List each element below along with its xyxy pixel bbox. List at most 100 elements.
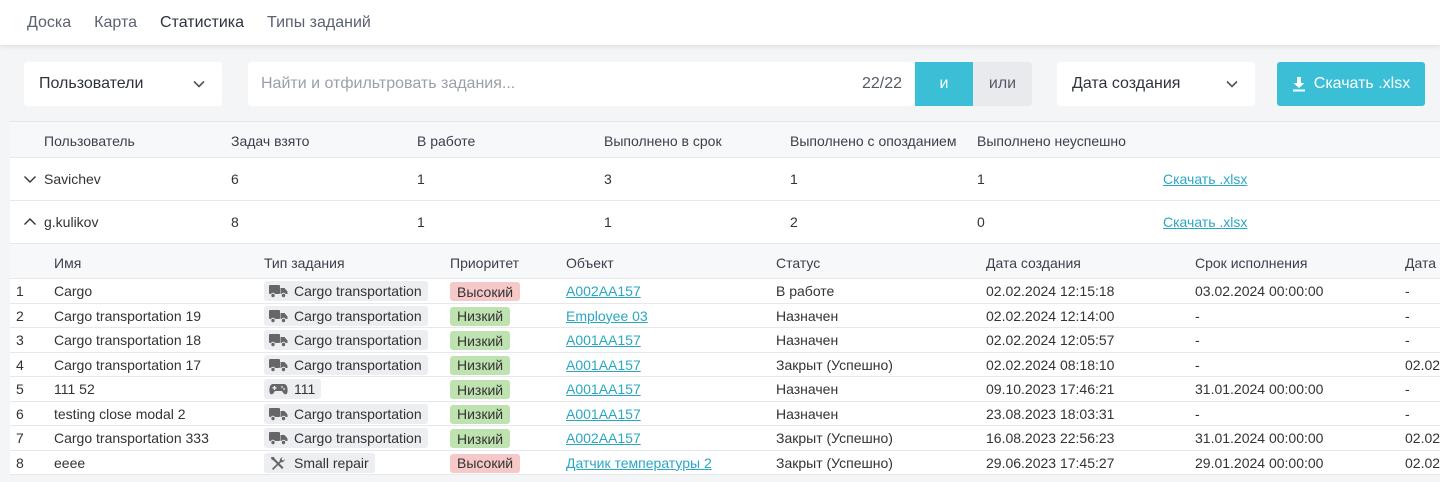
- truck-icon: [269, 284, 294, 298]
- task-type-tag: Cargo transportation: [264, 403, 428, 424]
- task-deadline: -: [1195, 332, 1200, 348]
- task-rows: 1 Cargo Cargo transportation Высокий A002AA1…: [10, 279, 1440, 475]
- truck-icon: [269, 407, 294, 421]
- task-created-date: 02.02.2024 08:18:10: [986, 356, 1115, 373]
- task-number: 4: [16, 356, 24, 373]
- nav-item-board[interactable]: Доска: [27, 14, 71, 32]
- nav-item-task-types[interactable]: Типы заданий: [267, 14, 371, 32]
- chevron-up-icon[interactable]: [23, 215, 37, 229]
- user-download-link[interactable]: Скачать .xlsx: [1163, 171, 1247, 187]
- nav-item-statistics[interactable]: Статистика: [160, 14, 244, 32]
- task-name: eeee: [54, 454, 86, 471]
- task-row[interactable]: 4 Cargo transportation 17 Cargo transporta…: [10, 353, 1440, 377]
- task-type-tag: Cargo transportation: [264, 281, 428, 301]
- task-status: Закрыт (Успешно): [776, 356, 893, 373]
- col-on-time: Выполнено в срок: [604, 133, 722, 149]
- filter-or-toggle[interactable]: или: [973, 62, 1032, 106]
- col-failed: Выполнено неуспешно: [977, 133, 1126, 149]
- task-object-link[interactable]: A001AA157: [566, 332, 641, 348]
- task-type-tag: Cargo transportation: [264, 354, 428, 375]
- task-object-link[interactable]: A001AA157: [566, 381, 641, 397]
- task-created-date: 16.08.2023 22:56:23: [986, 430, 1115, 446]
- task-number: 7: [16, 430, 24, 446]
- user-row[interactable]: Savichev 6 1 3 1 1 Скачать .xlsx: [10, 158, 1440, 201]
- user-in-work: 1: [417, 171, 425, 187]
- priority-badge: Низкий: [450, 306, 511, 326]
- user-taken: 8: [231, 214, 239, 230]
- user-stats-table: Пользователь Задач взято В работе Выполн…: [10, 121, 1440, 475]
- task-row[interactable]: 8 eeee Small repair Высокий Датчик температу…: [10, 451, 1440, 475]
- task-number: 2: [16, 307, 24, 324]
- col-priority: Приоритет: [450, 255, 520, 271]
- task-date: 02.02.: [1405, 430, 1440, 446]
- task-number: 6: [16, 405, 24, 422]
- nav-item-map[interactable]: Карта: [94, 14, 137, 32]
- task-status: Назначен: [776, 405, 839, 422]
- priority-badge: Низкий: [450, 380, 511, 399]
- task-name: Cargo transportation 18: [54, 332, 202, 348]
- chevron-down-icon[interactable]: [23, 172, 37, 186]
- user-late: 1: [790, 171, 798, 187]
- user-download-link[interactable]: Скачать .xlsx: [1163, 214, 1247, 230]
- task-row[interactable]: 6 testing close modal 2 Cargo transportati…: [10, 402, 1440, 426]
- task-name: 111 52: [54, 381, 95, 397]
- task-object-link[interactable]: A001AA157: [566, 357, 641, 373]
- task-row[interactable]: 2 Cargo transportation 19 Cargo transporta…: [10, 304, 1440, 328]
- user-tasks-table: Имя Тип задания Приоритет Объект Статус …: [10, 244, 1440, 475]
- task-status: Назначен: [776, 307, 839, 324]
- download-xlsx-button[interactable]: Скачать .xlsx: [1277, 62, 1425, 106]
- task-status: Назначен: [776, 332, 839, 348]
- task-deadline: 29.01.2024 00:00:00: [1195, 454, 1324, 471]
- task-number: 3: [16, 332, 24, 348]
- task-number: 8: [16, 454, 24, 471]
- task-created-date: 09.10.2023 17:46:21: [986, 381, 1115, 397]
- chevron-down-icon: [1226, 80, 1238, 88]
- task-name: Cargo transportation 17: [54, 356, 202, 373]
- search-input[interactable]: [261, 75, 862, 93]
- task-created-date: 23.08.2023 18:03:31: [986, 405, 1115, 422]
- task-object-link[interactable]: A001AA157: [566, 406, 641, 422]
- user-row[interactable]: g.kulikov 8 1 1 2 0 Скачать .xlsx: [10, 201, 1440, 244]
- task-row[interactable]: 1 Cargo Cargo transportation Высокий A002AA1…: [10, 279, 1440, 304]
- task-object-link[interactable]: Датчик температуры 2: [566, 455, 712, 471]
- task-status: Назначен: [776, 381, 839, 397]
- task-type-tag: Cargo transportation: [264, 305, 428, 326]
- task-type-label: Cargo transportation: [294, 356, 422, 373]
- top-navigation: Доска Карта Статистика Типы заданий: [0, 0, 1440, 46]
- user-failed: 1: [977, 171, 985, 187]
- task-object-link[interactable]: A002AA157: [566, 283, 641, 299]
- task-date: 02.02.: [1405, 454, 1440, 471]
- user-name: g.kulikov: [44, 214, 99, 230]
- users-dropdown[interactable]: Пользователи: [24, 62, 222, 106]
- priority-badge: Низкий: [450, 355, 511, 375]
- task-date: -: [1405, 307, 1410, 324]
- col-name: Имя: [54, 255, 82, 271]
- search-box: 22/22: [248, 62, 914, 106]
- task-object-link[interactable]: A002AA157: [566, 430, 641, 446]
- tools-icon: [269, 456, 294, 470]
- user-failed: 0: [977, 214, 985, 230]
- user-on-time: 3: [604, 171, 612, 187]
- task-date: -: [1405, 381, 1410, 397]
- priority-badge: Высокий: [450, 282, 521, 301]
- col-object: Объект: [566, 255, 614, 271]
- task-created-date: 02.02.2024 12:14:00: [986, 307, 1115, 324]
- task-row[interactable]: 3 Cargo transportation 18 Cargo transporta…: [10, 328, 1440, 353]
- task-status: Закрыт (Успешно): [776, 430, 893, 446]
- user-in-work: 1: [417, 214, 425, 230]
- filter-and-toggle[interactable]: и: [915, 62, 973, 106]
- task-type-tag: 111: [264, 379, 322, 399]
- search-result-count: 22/22: [861, 75, 902, 92]
- task-row[interactable]: 5 111 52 111 Низкий A001AA157 Назначен 09.10.2…: [10, 377, 1440, 402]
- task-number: 5: [16, 381, 24, 397]
- date-sort-dropdown[interactable]: Дата создания: [1057, 62, 1255, 106]
- task-type-label: Cargo transportation: [294, 405, 422, 422]
- col-user: Пользователь: [44, 133, 135, 149]
- col-date: Дата: [1405, 255, 1437, 271]
- task-object-link[interactable]: Employee 03: [566, 308, 648, 324]
- task-deadline: -: [1195, 307, 1200, 324]
- task-row[interactable]: 7 Cargo transportation 333 Cargo transport…: [10, 426, 1440, 451]
- date-sort-label: Дата создания: [1072, 75, 1181, 92]
- chevron-down-icon: [193, 80, 205, 88]
- task-deadline: 31.01.2024 00:00:00: [1195, 430, 1324, 446]
